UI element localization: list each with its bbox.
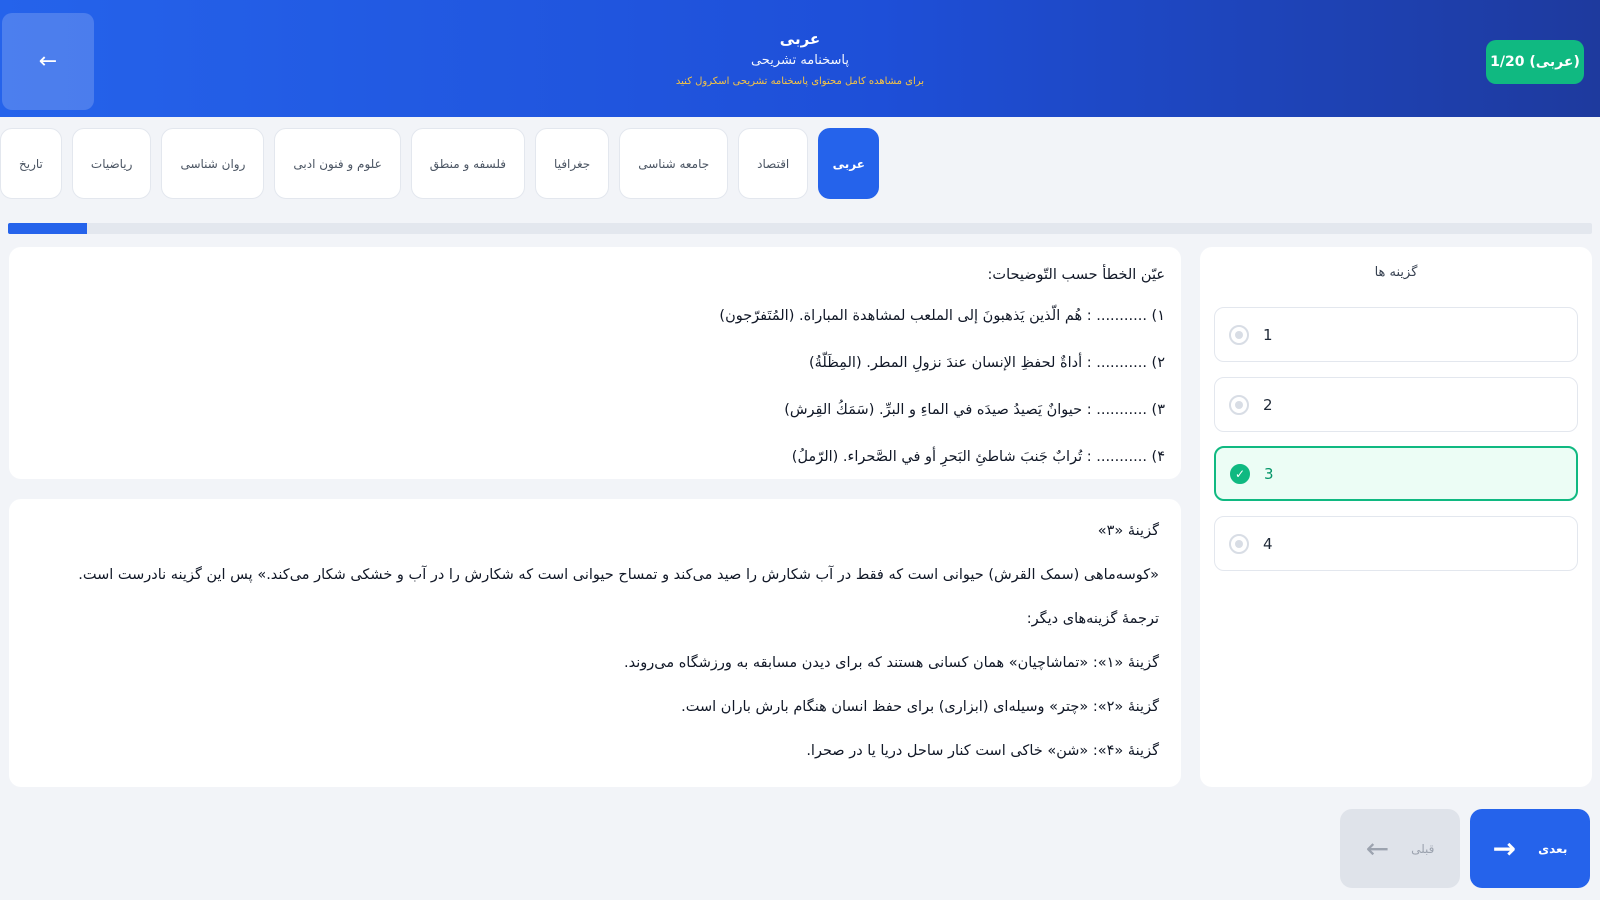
option-label: 1 xyxy=(1263,325,1273,344)
option-label: 2 xyxy=(1263,395,1273,414)
option-2[interactable]: 2 xyxy=(1214,377,1578,432)
explanation-line: گزینۀ «۱»: «تماشاچیان» همان کسانی هستند … xyxy=(623,655,1159,671)
header-bar: ← عربی پاسخنامه تشریحی برای مشاهده کامل … xyxy=(0,0,1600,117)
progress-bar xyxy=(8,223,1592,234)
option-label: 3 xyxy=(1264,464,1274,483)
tab-arabic[interactable]: عربی xyxy=(818,128,880,199)
progress-fill xyxy=(8,223,88,234)
radio-icon xyxy=(1229,324,1249,345)
tab-psychology[interactable]: روان شناسی xyxy=(161,128,265,199)
explanation-line: ترجمۀ گزینه‌های دیگر: xyxy=(1026,611,1159,627)
option-1[interactable]: 1 xyxy=(1214,307,1578,362)
tab-economics[interactable]: اقتصاد xyxy=(738,128,809,199)
page-subtitle: پاسخنامه تشریحی xyxy=(750,53,850,68)
tab-history[interactable]: تاریخ xyxy=(0,128,62,199)
explanation-line: «کوسه‌ماهی (سمک القرش) حیوانی است که فقط… xyxy=(78,567,1159,583)
options-panel: گزینه ها 1 2 ✓ 3 4 xyxy=(1200,247,1592,787)
next-button[interactable]: بعدی → xyxy=(1470,809,1590,888)
option-label: 4 xyxy=(1263,534,1273,553)
previous-label: قبلی xyxy=(1411,841,1435,856)
explanation-line: گزینۀ «۲»: «چتر» وسیله‌ای (ابزاری) برای … xyxy=(681,699,1159,715)
question-card: عيّن الخطأ حسب التّوضيحات: ۱) ..........… xyxy=(9,247,1181,479)
option-4[interactable]: 4 xyxy=(1214,516,1578,571)
tab-philosophy-logic[interactable]: فلسفه و منطق xyxy=(410,128,526,199)
back-button[interactable]: ← xyxy=(2,13,94,110)
next-label: بعدی xyxy=(1538,841,1568,856)
radio-icon xyxy=(1229,394,1249,415)
tab-sociology[interactable]: جامعه شناسی xyxy=(619,128,729,199)
radio-icon xyxy=(1229,533,1249,554)
question-counter-badge: 1/20 (عربی) xyxy=(1486,40,1584,84)
question-line: ۴) ........... : تُرابٌ جَنبَ شاطئِ البَ… xyxy=(791,449,1165,465)
previous-button[interactable]: قبلی ← xyxy=(1340,809,1460,888)
arrow-right-icon: → xyxy=(1492,831,1517,865)
tab-mathematics[interactable]: ریاضیات xyxy=(71,128,152,199)
subject-tabs: عربی اقتصاد جامعه شناسی جغرافیا فلسفه و … xyxy=(0,128,882,199)
option-3[interactable]: ✓ 3 xyxy=(1214,446,1578,501)
question-line: ۳) ........... : حيوانٌ يَصيدُ صيدَه في … xyxy=(784,402,1165,418)
tab-literary-sciences[interactable]: علوم و فنون ادبی xyxy=(274,128,401,199)
arrow-left-icon: ← xyxy=(1365,831,1390,865)
scroll-hint: برای مشاهده کامل محتوای پاسخنامه تشریحی … xyxy=(675,76,925,87)
tab-geography[interactable]: جغرافیا xyxy=(535,128,610,199)
question-prompt: عيّن الخطأ حسب التّوضيحات: xyxy=(987,267,1165,283)
explanation-line: گزینۀ «۳» xyxy=(1097,523,1159,539)
explanation-card: گزینۀ «۳» «کوسه‌ماهی (سمک القرش) حیوانی … xyxy=(9,499,1181,787)
page-title: عربی xyxy=(779,30,821,48)
check-circle-icon: ✓ xyxy=(1230,463,1250,484)
question-line: ۲) ........... : أداةٌ لحفظِ الإنسان عند… xyxy=(808,355,1165,371)
question-line: ۱) ........... : هُم الّذين يَذهبونَ إلى… xyxy=(719,308,1165,324)
header-titles: عربی پاسخنامه تشریحی برای مشاهده کامل مح… xyxy=(600,28,1000,92)
explanation-line: گزینۀ «۴»: «شن» خاکی است کنار ساحل دریا … xyxy=(806,743,1159,759)
arrow-left-icon: ← xyxy=(38,49,58,74)
options-title: گزینه ها xyxy=(1374,265,1418,280)
